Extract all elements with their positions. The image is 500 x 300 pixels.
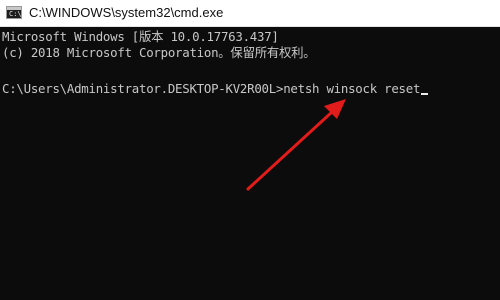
window-title: C:\WINDOWS\system32\cmd.exe <box>29 5 224 20</box>
console-area[interactable]: Microsoft Windows [版本 10.0.17763.437] (c… <box>0 27 500 300</box>
cmd-window: C:\ C:\WINDOWS\system32\cmd.exe Microsof… <box>0 0 500 300</box>
title-bar[interactable]: C:\ C:\WINDOWS\system32\cmd.exe <box>0 0 500 27</box>
cmd-icon-glyph: C:\ <box>9 10 22 18</box>
red-arrow-icon <box>246 99 346 191</box>
cmd-icon: C:\ <box>6 6 22 19</box>
